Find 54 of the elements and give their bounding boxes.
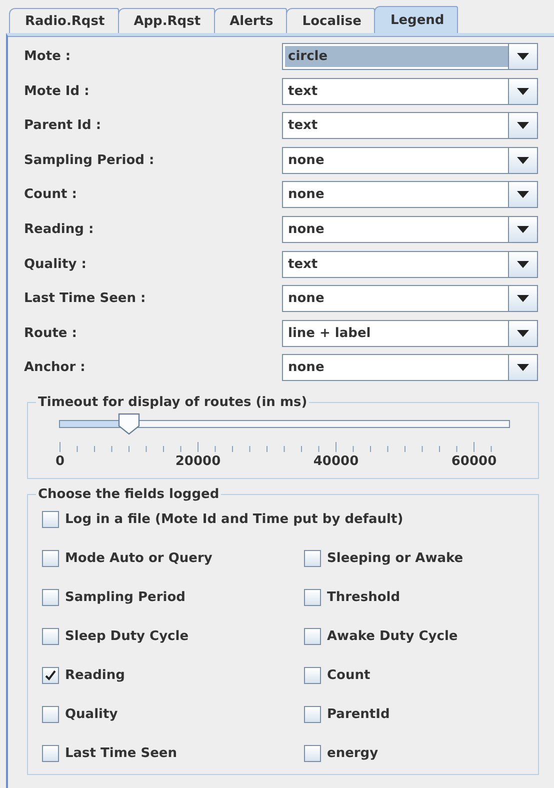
dropdown[interactable]: none xyxy=(282,285,538,312)
dropdown[interactable]: text xyxy=(282,78,538,105)
dropdown-arrow-icon xyxy=(517,53,529,60)
dropdown-arrow-icon xyxy=(517,364,529,372)
dropdown[interactable]: none xyxy=(282,146,538,174)
dropdown-arrow-icon xyxy=(517,88,529,95)
dropdown[interactable]: text xyxy=(282,250,538,278)
dropdown-arrow-icon xyxy=(517,191,529,198)
tick-label: 60000 xyxy=(451,454,497,469)
dropdown-arrow-icon xyxy=(517,260,529,268)
setting-label: Parent Id : xyxy=(24,118,102,134)
checkmark-icon xyxy=(45,670,56,682)
dropdown-arrow-icon xyxy=(517,295,529,302)
checkbox[interactable]: Awake Duty Cycle xyxy=(304,626,524,647)
dropdown[interactable]: none xyxy=(282,181,538,208)
checkbox[interactable]: Log in a file (Mote Id and Time put by default) xyxy=(42,510,524,530)
checkbox[interactable]: Sleep Duty Cycle xyxy=(42,626,304,647)
checkbox[interactable]: Sampling Period xyxy=(42,588,304,608)
slider-thumb[interactable] xyxy=(116,412,141,436)
setting-label: Mote Id : xyxy=(24,84,90,99)
dropdown[interactable]: circle xyxy=(282,43,538,70)
checkbox[interactable]: Threshold xyxy=(304,588,524,608)
checkbox[interactable]: Mode Auto or Query xyxy=(42,548,304,569)
tick-label: 0 xyxy=(55,454,65,469)
tab[interactable]: Legend xyxy=(374,6,458,33)
checkbox[interactable]: Last Time Seen xyxy=(42,744,304,764)
checkbox[interactable]: Quality xyxy=(42,704,304,725)
dropdown[interactable]: none xyxy=(282,354,538,382)
slider[interactable] xyxy=(59,412,510,436)
checkbox[interactable]: Reading xyxy=(42,666,304,686)
setting-label: Sampling Period : xyxy=(24,152,154,168)
setting-label: Route : xyxy=(24,326,77,341)
setting-label: Quality : xyxy=(24,256,86,272)
setting-label: Last Time Seen : xyxy=(24,291,146,306)
dropdown[interactable]: text xyxy=(282,112,538,140)
tick-label: 20000 xyxy=(175,454,221,469)
setting-label: Count : xyxy=(24,187,77,202)
setting-label: Mote : xyxy=(24,49,71,64)
group-title: Choose the fields logged xyxy=(37,486,220,502)
checkbox[interactable]: energy xyxy=(304,744,524,764)
setting-label: Reading : xyxy=(24,222,94,237)
dropdown-arrow-icon xyxy=(517,156,529,164)
checkbox[interactable]: Count xyxy=(304,666,524,686)
setting-label: Anchor : xyxy=(24,360,86,376)
checkbox[interactable]: ParentId xyxy=(304,704,524,725)
tab[interactable]: Radio.Rqst xyxy=(9,8,119,33)
checkbox[interactable]: Sleeping or Awake xyxy=(304,548,524,569)
dropdown-arrow-icon xyxy=(517,330,529,337)
dropdown[interactable]: line + label xyxy=(282,320,538,347)
group-title: Timeout for display of routes (in ms) xyxy=(37,394,308,410)
dropdown-arrow-icon xyxy=(517,122,529,130)
dropdown[interactable]: none xyxy=(282,216,538,243)
tick-label: 40000 xyxy=(313,454,359,469)
dropdown-arrow-icon xyxy=(517,226,529,233)
